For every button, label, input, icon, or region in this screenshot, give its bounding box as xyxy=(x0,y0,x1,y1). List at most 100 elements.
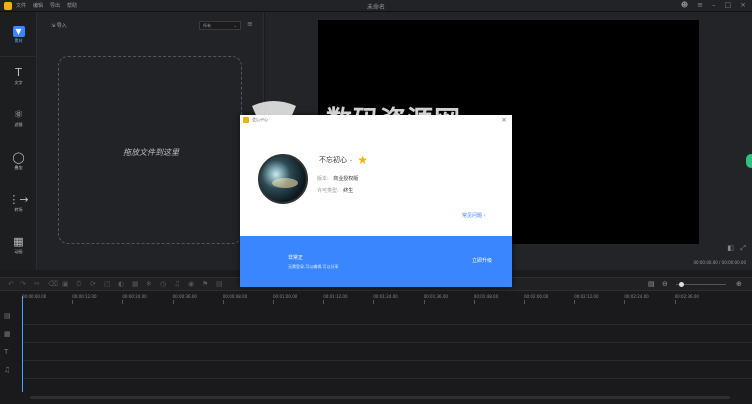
zoom-in-icon[interactable]: ⊕ xyxy=(736,280,742,288)
window-controls: ☻ ≡ – □ × xyxy=(681,1,746,9)
import-label: 导入 xyxy=(56,23,67,29)
toolbar-divider xyxy=(0,56,37,57)
media-panel: ⇲ 导入 所有 ⌄ ≡ 拖放文件到这里 xyxy=(37,12,264,270)
menu-edit[interactable]: 编辑 xyxy=(33,2,43,9)
color-icon[interactable]: ◐ xyxy=(118,280,124,288)
transition-icon: ⋮→ xyxy=(8,193,29,206)
tool-media-label: 素材 xyxy=(14,38,23,43)
window-title: 未命名 xyxy=(366,4,385,11)
freeze-icon[interactable]: ❄ xyxy=(146,280,152,288)
avatar-glow xyxy=(272,178,298,188)
overlay-track-icon[interactable]: ▦ xyxy=(4,330,11,338)
time-ruler[interactable]: 00:00:00.00 00:00:12.00 00:00:24.00 00:00:3… xyxy=(22,294,752,304)
app-logo-icon xyxy=(4,1,12,10)
ruler-tick: 00:02:00.00 xyxy=(524,294,549,304)
import-button[interactable]: ⇲ 导入 xyxy=(51,22,67,29)
fullscreen-icon[interactable]: ⤢ xyxy=(740,244,746,253)
track-divider xyxy=(22,342,752,343)
track-divider xyxy=(22,360,752,361)
username: 不忘初心 xyxy=(319,156,347,164)
menu-export[interactable]: 导出 xyxy=(50,2,60,9)
zoom-slider-knob[interactable] xyxy=(679,282,684,287)
redo-icon[interactable]: ↷ xyxy=(20,280,26,288)
track-controls: ▤ ▦ T ♫ xyxy=(0,306,22,404)
tool-animation[interactable]: ▦ 动画 xyxy=(0,236,37,255)
tool-overlay[interactable]: ◯ 叠加 xyxy=(0,152,37,171)
fit-timeline-icon[interactable]: ▤ xyxy=(648,280,655,288)
audio-icon[interactable]: ♫ xyxy=(174,280,180,288)
text-track-icon[interactable]: T xyxy=(4,348,8,356)
chevron-down-icon: ⌄ xyxy=(233,23,237,28)
menu-bar: 文件 编辑 导出 帮助 未命名 ☻ ≡ – □ × xyxy=(0,0,752,12)
ruler-tick: 00:00:12.00 xyxy=(72,294,97,304)
ruler-tick: 00:01:48.00 xyxy=(473,294,499,304)
version-label: 版本: xyxy=(317,176,329,182)
version-row: 版本: 商业授权版 xyxy=(317,175,358,182)
upgrade-button[interactable]: 立即升级 xyxy=(472,257,492,264)
menu-help[interactable]: 帮助 xyxy=(67,2,77,9)
track-divider xyxy=(22,378,752,379)
marker-icon[interactable]: ⚑ xyxy=(202,280,208,288)
rotate-icon[interactable]: ⟳ xyxy=(90,280,96,288)
upgrade-banner: 非常正 无需登录,可以编辑,可以分享 立即升级 xyxy=(240,236,512,287)
aspect-ratio-icon[interactable]: ◧ xyxy=(727,244,734,252)
chevron-down-icon: ⌄ xyxy=(349,157,354,163)
tool-overlay-label: 叠加 xyxy=(14,165,23,170)
video-track-icon[interactable]: ▤ xyxy=(4,312,11,320)
username-row[interactable]: 不忘初心 ⌄ ★ xyxy=(319,154,368,166)
tool-transition[interactable]: ⋮→ 转场 xyxy=(0,194,37,213)
ruler-tick: 00:01:36.00 xyxy=(423,294,448,304)
timeline-scrollbar[interactable] xyxy=(30,396,730,399)
crop-icon[interactable]: ▣ xyxy=(62,280,69,288)
side-panel-handle[interactable] xyxy=(746,154,752,168)
user-icon[interactable]: ☻ xyxy=(681,1,688,9)
duration-icon[interactable]: ◷ xyxy=(160,280,166,288)
list-view-icon[interactable]: ≡ xyxy=(247,20,253,28)
license-value: 终生 xyxy=(343,188,354,194)
export-frame-icon[interactable]: ▤ xyxy=(216,280,223,288)
license-row: 许可类型: 终生 xyxy=(317,187,353,194)
banner-subtitle: 无需登录,可以编辑,可以分享 xyxy=(288,264,339,269)
maximize-icon[interactable]: □ xyxy=(725,1,732,9)
drop-zone[interactable]: 拖放文件到这里 xyxy=(58,56,242,244)
faq-link[interactable]: 常见问题 › xyxy=(462,212,486,219)
track-area[interactable] xyxy=(22,306,752,404)
ruler-tick: 00:02:24.00 xyxy=(624,294,649,304)
close-icon[interactable]: × xyxy=(740,1,746,9)
zoom-out-icon[interactable]: ⊖ xyxy=(662,280,668,288)
minimize-icon[interactable]: – xyxy=(712,1,716,9)
left-toolbar: ▼ 素材 T 文字 ⚛ 滤镜 ◯ 叠加 ⋮→ 转场 ▦ 动画 xyxy=(0,12,37,270)
tool-filter[interactable]: ⚛ 滤镜 xyxy=(0,109,37,128)
tool-media[interactable]: ▼ 素材 xyxy=(0,26,37,44)
delete-icon[interactable]: ⌫ xyxy=(48,280,58,288)
sort-select[interactable]: 所有 ⌄ xyxy=(199,21,241,30)
mosaic-icon[interactable]: ▦ xyxy=(132,280,139,288)
ruler-tick: 00:02:36.00 xyxy=(674,294,699,304)
faq-link-label: 常见问题 xyxy=(462,213,483,219)
app-window: 文件 编辑 导出 帮助 未命名 ☻ ≡ – □ × ▼ 素材 T 文字 ⚛ 滤镜… xyxy=(0,0,752,404)
import-icon: ⇲ xyxy=(51,23,56,29)
timeline: 00:00:00.00 00:00:12.00 00:00:24.00 00:00:3… xyxy=(0,292,752,404)
menu-file[interactable]: 文件 xyxy=(16,2,26,9)
tool-animation-label: 动画 xyxy=(14,249,23,254)
dialog-logo-icon xyxy=(243,117,249,123)
split-icon[interactable]: ✂ xyxy=(34,280,40,288)
speed-icon[interactable]: ⏱ xyxy=(76,280,81,289)
audio-track-icon[interactable]: ♫ xyxy=(4,366,10,374)
mirror-icon[interactable]: ◰ xyxy=(104,280,111,288)
filter-icon: ⚛ xyxy=(13,108,24,121)
track-divider xyxy=(22,324,752,325)
ruler-tick: 00:01:24.00 xyxy=(373,294,398,304)
tool-text-label: 文字 xyxy=(14,80,23,85)
undo-icon[interactable]: ↶ xyxy=(8,280,14,288)
tool-text[interactable]: T 文字 xyxy=(0,67,37,86)
ruler-tick: 00:01:12.00 xyxy=(323,294,348,304)
vip-star-icon: ★ xyxy=(357,153,368,167)
dialog-title: 会员中心 xyxy=(252,117,268,122)
dialog-close-icon[interactable]: × xyxy=(501,116,507,124)
record-icon[interactable]: ◉ xyxy=(188,280,194,288)
tool-filter-label: 滤镜 xyxy=(14,122,23,127)
playhead[interactable] xyxy=(22,296,23,392)
ruler-tick: 00:00:24.00 xyxy=(122,294,147,304)
menu-icon[interactable]: ≡ xyxy=(697,1,703,9)
